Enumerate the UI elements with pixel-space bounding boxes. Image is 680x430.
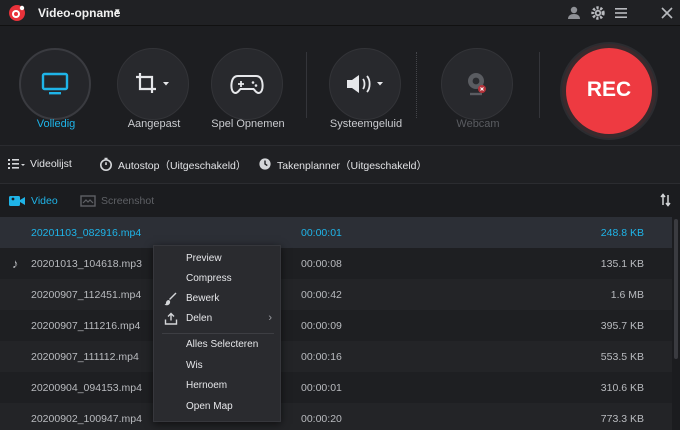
tab-video[interactable]: Video [31, 195, 58, 207]
menu-item-compress[interactable]: Compress [154, 269, 282, 289]
file-name: 20200902_100947.mp4 [31, 413, 142, 425]
menu-item-edit[interactable]: Bewerk [154, 289, 282, 309]
file-duration: 00:00:09 [301, 320, 342, 332]
file-size: 773.3 KB [600, 413, 644, 425]
brush-icon [164, 292, 178, 306]
webcam-icon [468, 73, 486, 96]
file-duration: 00:00:01 [301, 382, 342, 394]
chevron-right-icon: › [268, 312, 272, 324]
file-duration: 00:00:20 [301, 413, 342, 425]
media-tabs: Video Screenshot [0, 184, 680, 217]
file-size: 553.5 KB [600, 351, 644, 363]
file-duration: 00:00:16 [301, 351, 342, 363]
file-row[interactable]: 20200907_111216.mp4 00:00:09 395.7 KB [0, 310, 672, 341]
file-row[interactable]: 20201103_082916.mp4 00:00:01 248.8 KB [0, 217, 672, 248]
chevron-down-icon[interactable]: ▾ [115, 6, 120, 17]
menu-item-select-all[interactable]: Alles Selecteren [154, 335, 282, 355]
list-scrollbar[interactable] [673, 217, 679, 430]
game-record-button[interactable] [211, 48, 283, 120]
menu-item-delete[interactable]: Wis [154, 356, 282, 376]
menu-item-label: Open Map [186, 401, 233, 412]
game-record-label: Spel Opnemen [211, 118, 285, 130]
fullscreen-mode-label: Volledig [36, 118, 76, 130]
file-name: 20201103_082916.mp4 [31, 227, 142, 239]
gamepad-icon [230, 75, 264, 95]
menu-item-open-folder[interactable]: Open Map [154, 397, 282, 417]
video-list-toggle[interactable]: Videolijst [30, 158, 72, 170]
tab-screenshot[interactable]: Screenshot [101, 195, 154, 207]
user-icon[interactable] [566, 5, 582, 21]
file-name: 20201013_104618.mp3 [31, 258, 142, 270]
file-name: 20200907_112451.mp4 [31, 289, 142, 301]
webcam-button[interactable] [441, 48, 513, 120]
list-icon[interactable] [8, 157, 25, 171]
menu-icon[interactable] [613, 5, 629, 21]
toolbar-divider [539, 52, 540, 118]
file-duration: 00:00:42 [301, 289, 342, 301]
custom-region-button[interactable] [117, 48, 189, 120]
menu-item-preview[interactable]: Preview [154, 249, 282, 269]
file-name: 20200907_111216.mp4 [31, 320, 141, 332]
record-button-label: REC [586, 78, 632, 101]
file-list: 20201103_082916.mp4 00:00:01 248.8 KB ♪ … [0, 217, 672, 430]
clock-icon [258, 157, 272, 171]
recording-toolbar: Volledig Aangepast Spel Opnemen Systeemg… [0, 26, 680, 146]
webcam-label: Webcam [456, 118, 500, 130]
app-title[interactable]: Video-opname [38, 6, 120, 20]
system-sound-button[interactable] [329, 48, 401, 120]
menu-item-label: Bewerk [186, 293, 220, 304]
screenshot-icon [80, 194, 96, 208]
record-button[interactable]: REC [562, 44, 656, 138]
sort-icon[interactable] [660, 193, 674, 207]
file-row[interactable]: 20200902_100947.mp4 00:00:20 773.3 KB [0, 403, 672, 430]
context-menu: Preview Compress Bewerk Delen › Alles Se… [153, 245, 281, 422]
file-duration: 00:00:08 [301, 258, 342, 270]
menu-item-rename[interactable]: Hernoem [154, 376, 282, 396]
crop-icon [136, 73, 169, 93]
file-size: 395.7 KB [600, 320, 644, 332]
menu-item-label: Hernoem [186, 380, 228, 391]
music-note-icon: ♪ [12, 256, 19, 271]
title-bar: Video-opname ▾ [0, 0, 680, 26]
file-size: 1.6 MB [610, 289, 644, 301]
system-sound-label: Systeemgeluid [329, 118, 403, 130]
menu-item-share[interactable]: Delen › [154, 309, 282, 329]
menu-item-label: Compress [186, 273, 232, 284]
menu-item-label: Preview [186, 253, 222, 264]
gear-icon[interactable] [590, 5, 606, 21]
menu-item-label: Alles Selecteren [186, 339, 259, 350]
toolbar-divider [416, 52, 417, 118]
fullscreen-mode-button[interactable] [19, 48, 91, 120]
menu-divider [162, 333, 274, 334]
close-icon[interactable] [659, 5, 675, 21]
stopwatch-icon [99, 157, 113, 171]
file-row[interactable]: 20200904_094153.mp4 00:00:01 310.6 KB [0, 372, 672, 403]
file-row[interactable]: 20200907_111112.mp4 00:00:16 553.5 KB [0, 341, 672, 372]
menu-item-label: Delen [186, 313, 213, 324]
file-size: 310.6 KB [600, 382, 644, 394]
speaker-icon [347, 75, 383, 93]
toolbar-divider [306, 52, 307, 118]
autostop-setting[interactable]: Autostop（Uitgeschakeld） [118, 158, 246, 173]
file-size: 248.8 KB [600, 227, 644, 239]
task-scheduler-setting[interactable]: Takenplanner（Uitgeschakeld） [277, 158, 427, 173]
file-row[interactable]: 20200907_112451.mp4 00:00:42 1.6 MB [0, 279, 672, 310]
file-row[interactable]: ♪ 20201013_104618.mp3 00:00:08 135.1 KB [0, 248, 672, 279]
app-logo-icon [8, 4, 26, 22]
status-bar: Videolijst Autostop（Uitgeschakeld） Taken… [0, 146, 680, 184]
file-name: 20200904_094153.mp4 [31, 382, 142, 394]
monitor-icon [41, 72, 69, 95]
file-duration: 00:00:01 [301, 227, 342, 239]
share-icon [164, 312, 178, 326]
file-name: 20200907_111112.mp4 [31, 351, 139, 363]
menu-item-label: Wis [186, 360, 203, 371]
video-camera-icon [9, 194, 25, 208]
scrollbar-thumb[interactable] [674, 219, 678, 359]
file-size: 135.1 KB [600, 258, 644, 270]
